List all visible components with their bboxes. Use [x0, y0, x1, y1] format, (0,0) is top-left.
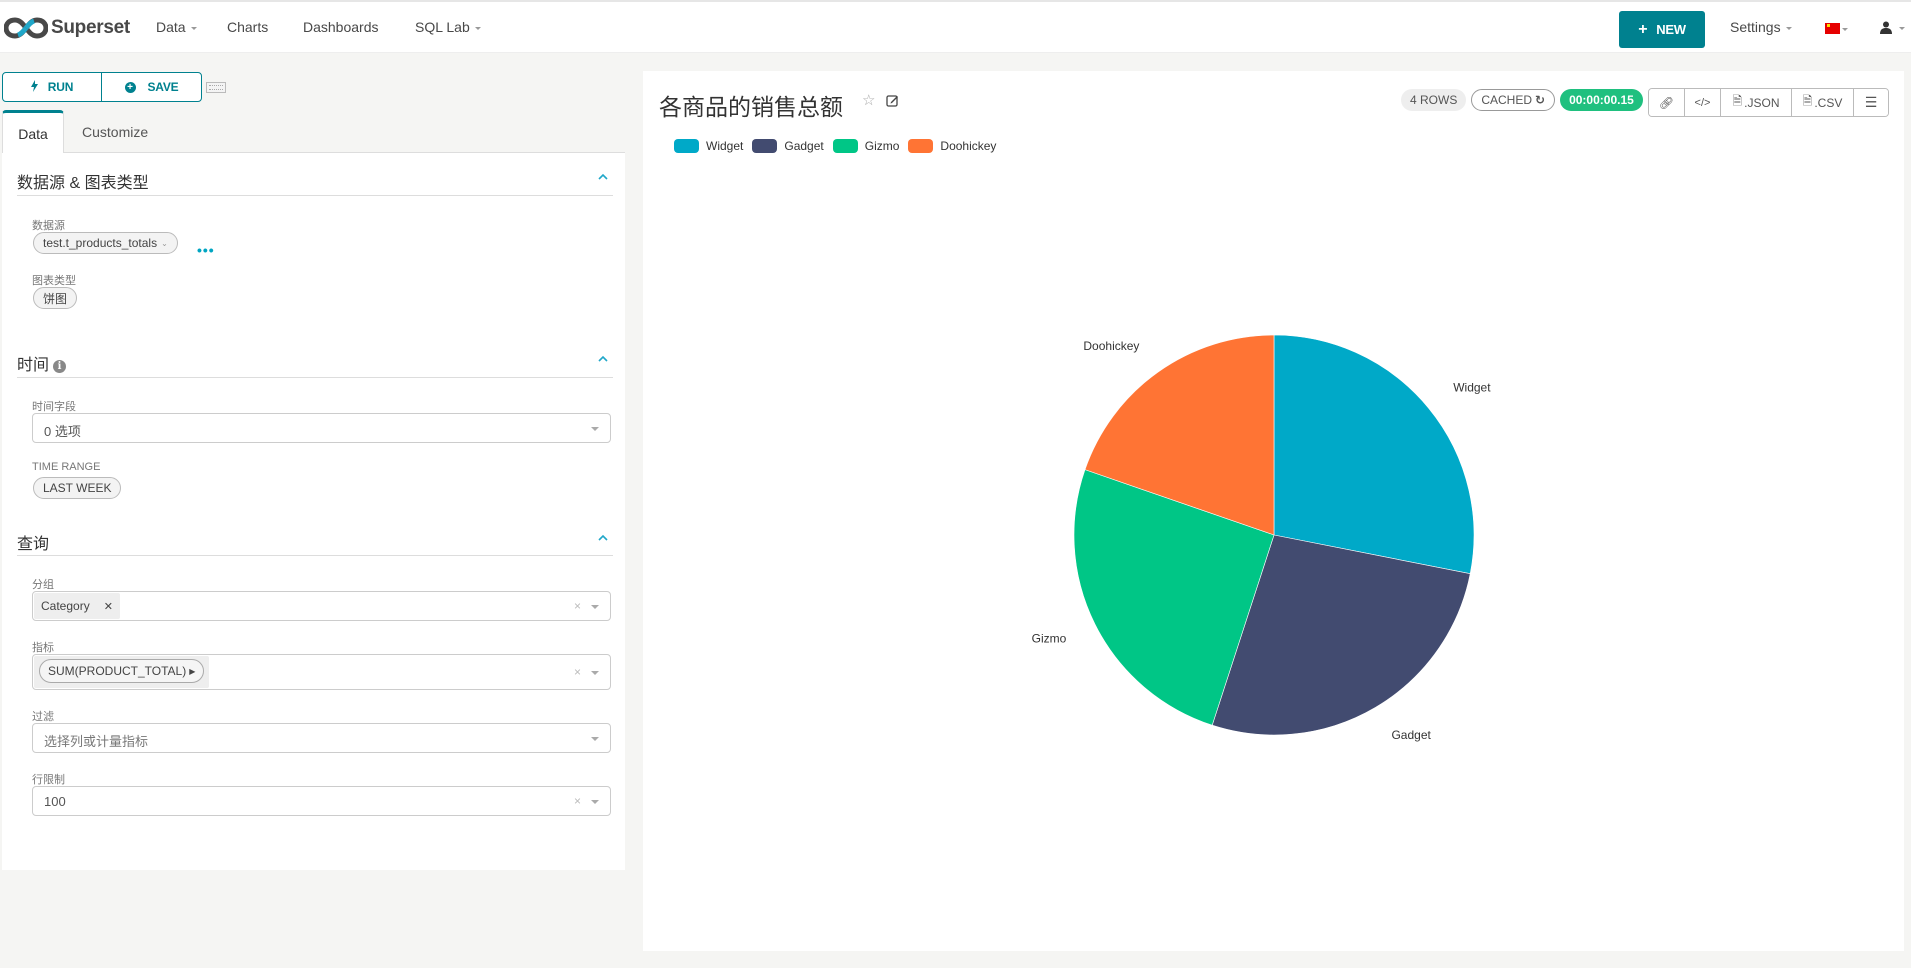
time-column-label: 时间字段: [32, 401, 76, 413]
caret-down-icon: [1785, 26, 1792, 30]
save-label: SAVE: [147, 80, 179, 94]
section-title-time: 时间 i: [17, 351, 67, 375]
control-tabs: Data Customize: [2, 110, 625, 154]
nav-charts[interactable]: Charts: [227, 19, 268, 35]
china-flag-icon: [1825, 23, 1840, 34]
superset-logo-icon: [4, 17, 48, 39]
pie-label-gadget: Gadget: [1391, 728, 1431, 742]
superset-logo[interactable]: Superset: [4, 15, 130, 41]
row-limit-label: 行限制: [32, 774, 65, 786]
chevron-up-icon[interactable]: [598, 168, 608, 180]
clear-icon[interactable]: ×: [574, 794, 581, 808]
caret-down-icon: [591, 671, 599, 675]
metric-pill[interactable]: SUM(PRODUCT_TOTAL) ▶: [39, 659, 205, 683]
filters-placeholder: 选择列或计量指标: [44, 734, 149, 749]
metric-label: SUM(PRODUCT_TOTAL): [48, 664, 187, 678]
caret-down-icon: [591, 800, 599, 804]
nav-sql-lab-label: SQL Lab: [415, 19, 470, 35]
tab-data[interactable]: Data: [2, 110, 64, 154]
caret-down-icon: [1899, 27, 1906, 30]
time-range-select[interactable]: LAST WEEK: [33, 477, 122, 499]
keyboard-icon[interactable]: [206, 82, 226, 93]
row-limit-value: 100: [44, 794, 66, 809]
row-limit-select[interactable]: 100 ×: [32, 786, 611, 816]
brand-name: Superset: [51, 17, 130, 38]
datasource-value: test.t_products_totals: [43, 236, 158, 250]
filters-label: 过滤: [32, 711, 54, 723]
nav-data-label: Data: [156, 19, 186, 35]
plus-icon: +: [1638, 20, 1648, 38]
chevron-up-icon[interactable]: [598, 529, 608, 541]
pie-label-widget: Widget: [1453, 381, 1491, 395]
section-title-datasource: 数据源 & 图表类型: [17, 175, 149, 192]
caret-down-icon: [591, 737, 599, 741]
chevron-down-icon: ⌄: [161, 238, 168, 248]
settings-menu[interactable]: Settings: [1730, 19, 1792, 35]
pie-chart: Widget Gadget Gizmo Doohickey: [1032, 334, 1491, 742]
time-range-value: LAST WEEK: [43, 481, 112, 495]
settings-label: Settings: [1730, 19, 1781, 35]
time-column-select[interactable]: 0 选项: [32, 413, 611, 443]
clear-icon[interactable]: ×: [574, 599, 581, 613]
datasource-select[interactable]: test.t_products_totals ⌄: [33, 232, 178, 254]
clear-icon[interactable]: ×: [574, 665, 581, 679]
caret-down-icon: [1842, 28, 1848, 31]
viz-type-value: 饼图: [43, 291, 68, 306]
filters-select[interactable]: 选择列或计量指标: [32, 723, 611, 753]
groupby-label: 分组: [32, 579, 54, 591]
datasource-more-menu[interactable]: •••: [197, 242, 215, 258]
save-button[interactable]: + SAVE: [102, 73, 201, 101]
section-divider: [17, 195, 613, 196]
groupby-tag: Category ✕: [34, 593, 120, 619]
language-menu[interactable]: [1825, 19, 1853, 39]
viz-type-select[interactable]: 饼图: [33, 287, 78, 309]
pie-label-gizmo: Gizmo: [1032, 631, 1067, 645]
time-range-label: TIME RANGE: [32, 461, 101, 473]
nav-charts-label: Charts: [227, 19, 269, 35]
datasource-label: 数据源: [32, 220, 65, 232]
pie-slice-widget[interactable]: [1273, 334, 1475, 575]
control-panel: 数据源 & 图表类型 数据源 test.t_products_totals ⌄ …: [2, 153, 625, 870]
caret-down-icon: [190, 26, 197, 30]
groupby-select[interactable]: Category ✕ ×: [32, 591, 611, 621]
info-icon[interactable]: i: [53, 360, 67, 373]
chevron-up-icon[interactable]: [598, 350, 608, 362]
new-button-label: NEW: [1656, 22, 1686, 37]
user-icon: [1880, 21, 1892, 34]
caret-down-icon: [474, 26, 481, 30]
run-button[interactable]: RUN: [3, 73, 102, 101]
section-divider: [17, 377, 613, 378]
tab-customize-label: Customize: [82, 123, 149, 140]
tab-customize[interactable]: Customize: [82, 110, 148, 153]
viz-type-label: 图表类型: [32, 275, 76, 287]
nav-data-menu[interactable]: Data: [156, 19, 197, 35]
pie-label-doohickey: Doohickey: [1083, 339, 1139, 353]
time-title-text: 时间: [17, 357, 50, 374]
plus-circle-icon: +: [124, 81, 136, 93]
query-button-group: RUN + SAVE: [2, 72, 202, 102]
metrics-select[interactable]: SUM(PRODUCT_TOTAL) ▶ ×: [32, 654, 611, 690]
bolt-icon: [30, 79, 38, 95]
caret-right-icon: ▶: [189, 666, 196, 676]
user-menu[interactable]: [1880, 21, 1906, 39]
chart-panel: 各商品的销售总额 ☆ 4 ROWS CACHED ↻ 00:00:00.15 🔗︎…: [643, 71, 1904, 951]
section-divider: [17, 555, 613, 556]
remove-tag-icon[interactable]: ✕: [104, 600, 113, 613]
tab-data-label: Data: [18, 125, 48, 142]
caret-down-icon: [591, 427, 599, 431]
nav-dashboards-label: Dashboards: [303, 19, 379, 35]
caret-down-icon: [591, 605, 599, 609]
section-title-query: 查询: [17, 536, 50, 553]
new-button[interactable]: + NEW: [1619, 11, 1705, 48]
metrics-label: 指标: [32, 642, 54, 654]
nav-dashboards[interactable]: Dashboards: [303, 19, 379, 35]
metric-tag: SUM(PRODUCT_TOTAL) ▶: [34, 656, 210, 688]
time-column-value: 0 选项: [44, 424, 81, 439]
groupby-tag-label: Category: [41, 599, 90, 613]
top-navbar: Superset Data Charts Dashboards SQL Lab …: [0, 0, 1911, 53]
run-label: RUN: [47, 80, 74, 94]
nav-sql-lab-menu[interactable]: SQL Lab: [415, 19, 481, 35]
